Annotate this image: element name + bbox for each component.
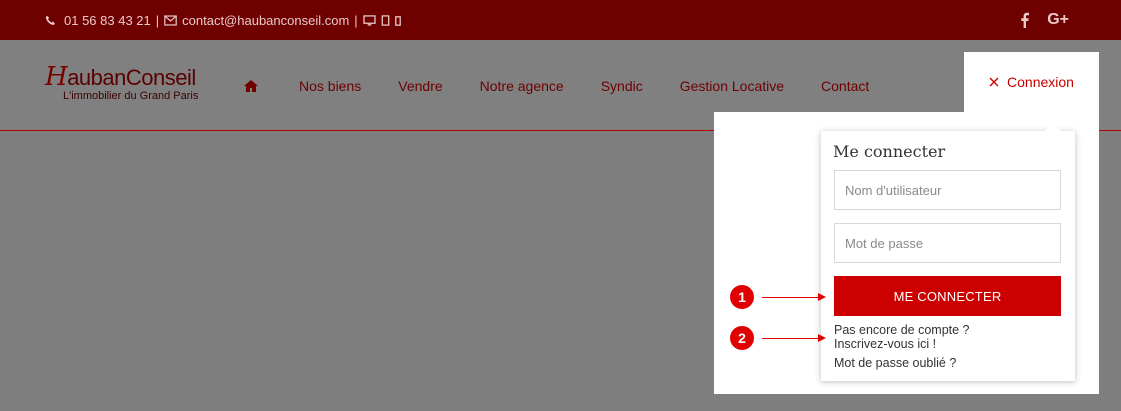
logo-letter: H bbox=[45, 62, 68, 92]
login-button[interactable]: ME CONNECTER bbox=[834, 276, 1061, 316]
signup-link[interactable]: Pas encore de compte ? Inscrivez-vous ic… bbox=[834, 323, 970, 351]
login-title: Me connecter bbox=[833, 142, 946, 161]
separator: | bbox=[354, 13, 358, 28]
logo-name-part1: auban bbox=[67, 65, 126, 90]
google-plus-icon[interactable]: G+ bbox=[1047, 11, 1069, 29]
forgot-password-link[interactable]: Mot de passe oublié ? bbox=[834, 356, 956, 370]
dropdown-caret bbox=[1045, 123, 1061, 131]
main-nav: Nos biens Vendre Notre agence Syndic Ges… bbox=[244, 78, 906, 94]
login-dropdown: Me connecter ME CONNECTER Pas encore de … bbox=[821, 123, 1075, 381]
signup-line-2: Inscrivez-vous ici ! bbox=[834, 337, 937, 351]
callout-arrow-2 bbox=[762, 334, 826, 342]
desktop-icon bbox=[363, 15, 376, 26]
nav-item-gestion-locative[interactable]: Gestion Locative bbox=[680, 78, 784, 94]
nav-item-syndic[interactable]: Syndic bbox=[601, 78, 643, 94]
home-icon[interactable] bbox=[244, 80, 258, 92]
nav-item-vendre[interactable]: Vendre bbox=[398, 78, 442, 94]
callout-arrow-1 bbox=[762, 293, 826, 301]
tablet-icon bbox=[381, 15, 390, 26]
nav-item-nos-biens[interactable]: Nos biens bbox=[299, 78, 361, 94]
logo-brand: HaubanConseil bbox=[45, 64, 198, 90]
connexion-toggle[interactable]: Connexion bbox=[964, 52, 1099, 112]
envelope-icon bbox=[164, 15, 177, 26]
contact-info: 01 56 83 43 21 | contact@haubanconseil.c… bbox=[45, 13, 401, 28]
top-bar: 01 56 83 43 21 | contact@haubanconseil.c… bbox=[0, 0, 1121, 40]
phone-icon bbox=[45, 15, 56, 26]
nav-item-contact[interactable]: Contact bbox=[821, 78, 869, 94]
close-icon[interactable] bbox=[989, 77, 999, 87]
callout-badge-1: 1 bbox=[730, 285, 754, 309]
separator: | bbox=[155, 13, 160, 28]
email-link[interactable]: contact@haubanconseil.com bbox=[182, 13, 349, 28]
password-input[interactable] bbox=[834, 223, 1061, 263]
logo[interactable]: HaubanConseil L'immobilier du Grand Pari… bbox=[45, 64, 199, 102]
social-links: G+ bbox=[1020, 11, 1069, 29]
nav-item-notre-agence[interactable]: Notre agence bbox=[480, 78, 564, 94]
mobile-icon bbox=[394, 15, 401, 26]
logo-name-part2: Conseil bbox=[125, 65, 196, 90]
facebook-icon[interactable] bbox=[1020, 12, 1030, 28]
username-input[interactable] bbox=[834, 170, 1061, 210]
callout-badge-2: 2 bbox=[730, 326, 754, 350]
phone-number[interactable]: 01 56 83 43 21 bbox=[64, 13, 151, 28]
logo-tagline: L'immobilier du Grand Paris bbox=[63, 90, 199, 102]
signup-line-1: Pas encore de compte ? bbox=[834, 323, 970, 337]
connexion-label: Connexion bbox=[1007, 74, 1074, 90]
